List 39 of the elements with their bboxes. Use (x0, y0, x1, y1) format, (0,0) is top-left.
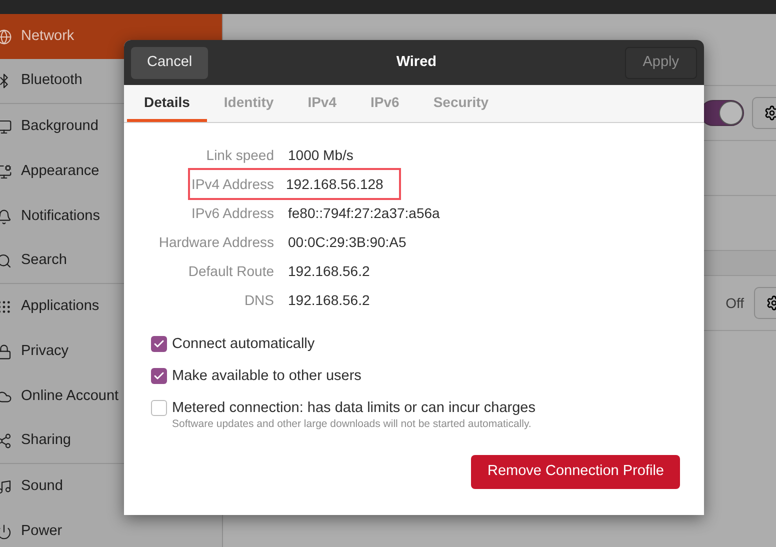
field-label: DNS (244, 290, 274, 310)
checkbox-label: Metered connection: has data limits or can incur charges (172, 399, 536, 418)
checkbox[interactable] (151, 368, 167, 384)
music-note-icon (0, 478, 12, 494)
field-value: 192.168.56.2 (287, 262, 371, 280)
settings-button[interactable] (752, 97, 776, 129)
grid-icon (0, 298, 12, 314)
bell-icon (0, 208, 12, 224)
search-icon (0, 253, 12, 269)
status-text: Off (726, 294, 744, 312)
field-value: fe80::794f:27:2a37:a56a (287, 204, 441, 222)
check-icon (153, 338, 165, 350)
field-value: 00:0C:29:3B:90:A5 (287, 232, 408, 252)
field-label: IPv4 Address (188, 168, 274, 200)
share-icon (0, 433, 12, 449)
check-icon (153, 370, 165, 382)
cancel-button[interactable]: Cancel (131, 46, 208, 78)
field-value: 1000 Mb/s (287, 146, 354, 164)
field-label: IPv6 Address (192, 204, 274, 222)
checkbox-label: Make available to other users (172, 367, 362, 386)
dialog-title: Wired (396, 52, 436, 72)
field-value: 192.168.56.128 (274, 168, 402, 200)
lock-icon (0, 344, 12, 360)
tab[interactable]: Details (127, 85, 207, 122)
field-label: Link speed (206, 146, 274, 165)
globe-icon (0, 28, 12, 44)
field-value: 192.168.56.2 (287, 290, 371, 310)
sidebar-item[interactable]: Applications (0, 284, 222, 329)
checkbox-label: Connect automatically (172, 335, 315, 354)
sidebar-item[interactable]: Sound (0, 464, 222, 509)
settings-icon (764, 105, 776, 121)
power-icon (0, 524, 12, 540)
checkbox[interactable] (151, 400, 167, 416)
monitor-icon (0, 118, 12, 134)
monitor-icon (0, 164, 12, 180)
settings-button[interactable] (754, 287, 776, 319)
remove-button[interactable]: Remove Connection Profile (471, 455, 680, 489)
checkbox[interactable] (151, 336, 167, 352)
sidebar-item[interactable]: Power (0, 509, 222, 547)
